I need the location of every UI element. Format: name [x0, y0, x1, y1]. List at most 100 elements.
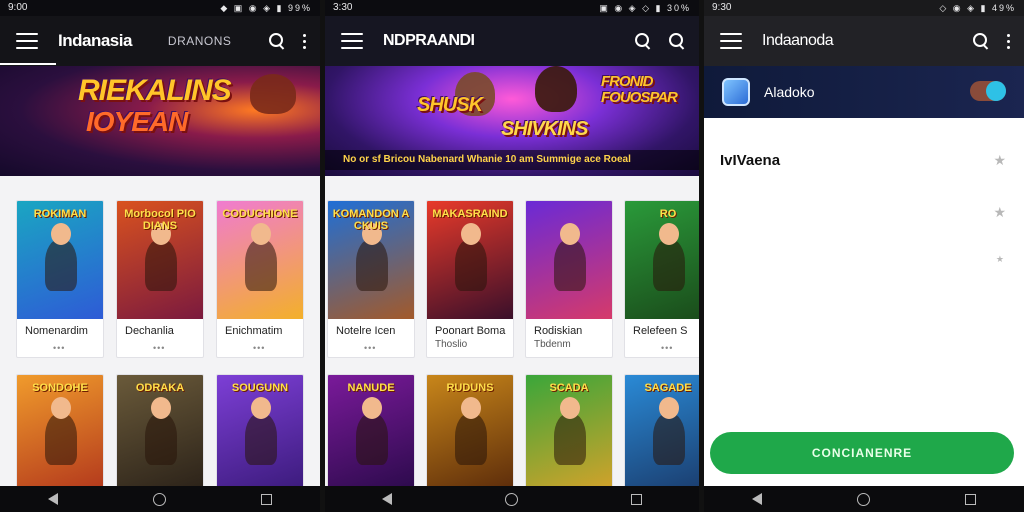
star-icon[interactable]: ★ [993, 152, 1006, 169]
game-cover-art: SCADA [526, 375, 612, 493]
banner-title-1: SHUSK [417, 94, 483, 116]
game-cover-art: MAKASRAIND [427, 201, 513, 319]
system-nav-bar [325, 486, 699, 512]
home-icon[interactable] [856, 492, 870, 506]
active-tab-indicator [0, 63, 56, 65]
cover-character [455, 413, 487, 465]
setting-item[interactable]: IvIVaena ★ [704, 136, 1024, 188]
game-cover-art: RUDUNS [427, 375, 513, 493]
banner-character-2 [535, 66, 577, 112]
status-bar: 9:00 ◆ ▣ ◉ ◈ ▮ 99% [0, 0, 320, 16]
status-time: 3:30 [333, 2, 353, 13]
status-icons: ▣ ◉ ◈ ◇ ▮ 30% [599, 3, 691, 13]
status-time: 9:00 [8, 2, 28, 13]
app-title: Indaanoda [762, 32, 834, 49]
status-icons: ◆ ▣ ◉ ◈ ▮ 99% [220, 3, 312, 13]
system-nav-bar [0, 486, 320, 512]
cover-title: KOMANDON ACKUIS [332, 208, 410, 232]
status-bar: 9:30 ◇ ◉ ◈ ▮ 49% [704, 0, 1024, 16]
banner-title-2: SHIVKINS [501, 118, 588, 140]
banner-character [250, 74, 296, 114]
cover-character-head [51, 397, 71, 419]
cover-title: ROKIMAN [33, 208, 87, 220]
banner-right-logo: FRONID FOUOSPAR [601, 73, 678, 106]
recents-icon[interactable] [631, 493, 643, 505]
cover-title: SOUGUNN [231, 382, 289, 394]
tab-secondary[interactable]: DRANONS [168, 34, 232, 48]
cover-character-head [659, 223, 679, 245]
more-vert-icon[interactable] [1007, 33, 1010, 49]
game-card[interactable]: Morbocol PIODIANS Dechanlia ••• [116, 200, 204, 358]
game-card[interactable]: MAKASRAIND Poonart Boma Thoslio [426, 200, 514, 358]
recents-icon[interactable] [261, 493, 273, 505]
account-label: Aladoko [764, 84, 815, 100]
featured-banner[interactable]: SHUSK SHIVKINS FRONID FOUOSPAR No or sf … [325, 66, 699, 176]
game-cover-art: SONDOHE [17, 375, 103, 493]
game-card[interactable]: CODUCHIONE Enichmatim ••• [216, 200, 304, 358]
game-name: Rodiskian [534, 325, 583, 337]
back-icon[interactable] [751, 493, 762, 505]
cover-character [145, 239, 177, 291]
search-icon[interactable] [635, 33, 651, 49]
continue-button[interactable]: CONCIANENRE [710, 432, 1014, 474]
search-icon[interactable] [973, 33, 989, 49]
more-vert-icon[interactable] [303, 33, 306, 49]
cover-title: RO [659, 208, 677, 220]
game-cover-art: ROKIMAN [17, 201, 103, 319]
search-icon-secondary[interactable] [669, 33, 685, 49]
star-icon[interactable]: ★ [996, 254, 1004, 265]
game-cover-art: RO [625, 201, 699, 319]
cover-character-head [560, 397, 580, 419]
status-icons: ◇ ◉ ◈ ▮ 49% [939, 3, 1016, 13]
cover-character [245, 413, 277, 465]
game-subtitle: ••• [364, 343, 377, 353]
home-icon[interactable] [152, 492, 166, 506]
cover-title: NANUDE [347, 382, 395, 394]
star-icon[interactable]: ★ [993, 204, 1006, 221]
game-name: Relefeen S [633, 325, 688, 337]
game-subtitle: Tbdenm [534, 339, 571, 350]
cover-character [356, 413, 388, 465]
game-card[interactable]: KOMANDON ACKUIS Notelre Icen ••• [327, 200, 415, 358]
phone-screen-2: 3:30 ▣ ◉ ◈ ◇ ▮ 30% NDPRAANDI SHUSK SHIVK… [325, 0, 699, 512]
search-icon[interactable] [269, 33, 285, 49]
menu-icon[interactable] [720, 33, 742, 49]
banner-title-2: IOYEAN [86, 106, 188, 137]
game-subtitle: ••• [53, 343, 66, 353]
app-title: Indanasia [58, 31, 132, 50]
back-icon[interactable] [47, 493, 58, 505]
game-subtitle: ••• [661, 343, 674, 353]
game-card[interactable]: RO Relefeen S ••• [624, 200, 699, 358]
cover-title: SCADA [549, 382, 589, 394]
home-icon[interactable] [504, 492, 518, 506]
account-toggle[interactable] [970, 81, 1006, 101]
cover-character-head [151, 397, 171, 419]
cover-title: MAKASRAIND [432, 208, 508, 220]
game-name: Nomenardim [25, 325, 88, 337]
recents-icon[interactable] [965, 493, 977, 505]
game-card[interactable]: Rodiskian Tbdenm [525, 200, 613, 358]
game-cover-art: SOUGUNN [217, 375, 303, 493]
cover-character-head [251, 397, 271, 419]
system-nav-bar [704, 486, 1024, 512]
cover-character-head [251, 223, 271, 245]
cover-character [653, 413, 685, 465]
menu-icon[interactable] [16, 33, 38, 49]
cover-title: CODUCHIONE [222, 208, 298, 220]
game-card[interactable]: ROKIMAN Nomenardim ••• [16, 200, 104, 358]
account-row[interactable]: Aladoko [704, 66, 1024, 118]
game-cover-art: NANUDE [328, 375, 414, 493]
cover-character-head [51, 223, 71, 245]
cover-title: SAGADE [644, 382, 692, 394]
back-icon[interactable] [381, 493, 392, 505]
game-name: Notelre Icen [336, 325, 396, 337]
menu-icon[interactable] [341, 33, 363, 49]
cover-character [455, 239, 487, 291]
status-bar: 3:30 ▣ ◉ ◈ ◇ ▮ 30% [325, 0, 699, 16]
featured-banner[interactable]: RIEKALINS IOYEAN [0, 66, 320, 176]
cover-character [554, 239, 586, 291]
phone-screen-3: 9:30 ◇ ◉ ◈ ▮ 49% Indaanoda Aladoko IvIVa… [704, 0, 1024, 512]
game-cover-art [526, 201, 612, 319]
game-subtitle: Thoslio [435, 339, 468, 350]
game-cover-art: KOMANDON ACKUIS [328, 201, 414, 319]
